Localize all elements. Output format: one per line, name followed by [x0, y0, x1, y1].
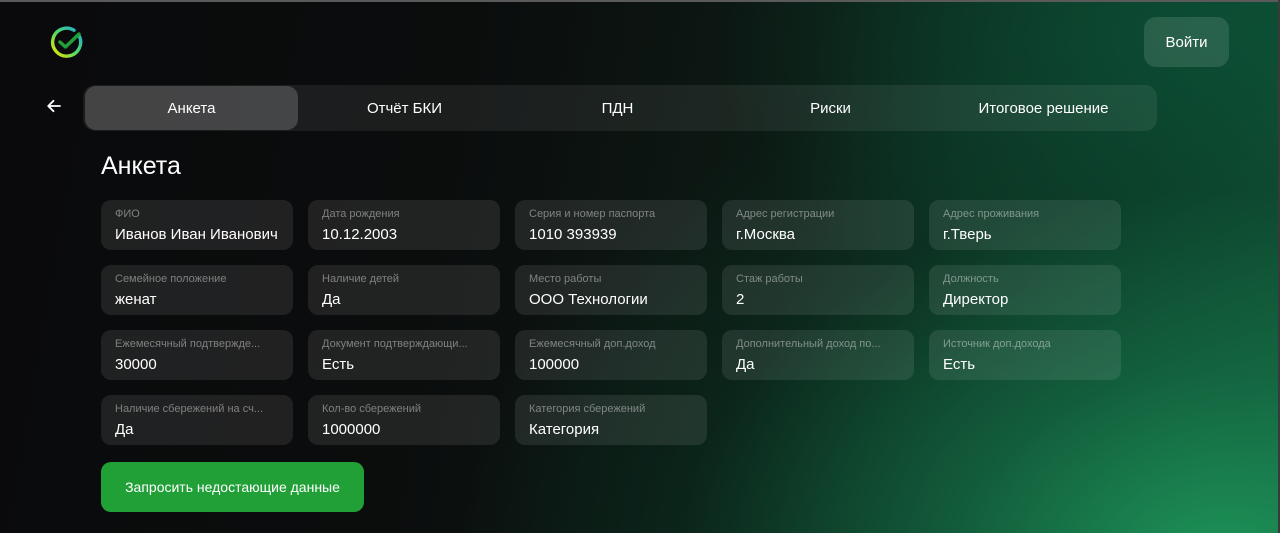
field-label: ФИО [115, 208, 140, 220]
field-residence-address[interactable]: Адрес проживания г.Тверь [929, 200, 1121, 250]
field-value: г.Москва [736, 226, 796, 243]
tab-risks[interactable]: Риски [724, 86, 937, 130]
field-label: Документ подтверждающи... [322, 338, 468, 350]
field-label: Семейное положение [115, 273, 227, 285]
login-button-label: Войти [1165, 33, 1208, 51]
field-value: 2 [736, 291, 745, 308]
tab-label: ПДН [601, 99, 634, 117]
field-work-experience[interactable]: Стаж работы 2 [722, 265, 914, 315]
field-value: Да [322, 291, 341, 308]
tab-final-decision[interactable]: Итоговое решение [937, 86, 1150, 130]
field-value: Категория [529, 421, 600, 438]
field-label: Наличие сбережений на сч... [115, 403, 264, 415]
request-missing-data-label: Запросить недостающие данные [125, 479, 340, 495]
field-savings-amount[interactable]: Кол-во сбережений 1000000 [308, 395, 500, 445]
field-savings-present[interactable]: Наличие сбережений на сч... Да [101, 395, 293, 445]
field-extra-income-confirmed[interactable]: Дополнительный доход по... Да [722, 330, 914, 380]
back-button[interactable] [42, 94, 66, 118]
login-button[interactable]: Войти [1144, 17, 1229, 67]
field-label: Стаж работы [736, 273, 803, 285]
field-passport[interactable]: Серия и номер паспорта 1010 393939 [515, 200, 707, 250]
field-value: женат [115, 291, 157, 308]
sber-check-logo-icon[interactable] [50, 26, 84, 60]
tab-bar: Анкета Отчёт БКИ ПДН Риски Итоговое реше… [83, 85, 1157, 131]
field-value: Есть [322, 356, 355, 373]
tab-label: Анкета [167, 99, 216, 117]
field-label: Дата рождения [322, 208, 400, 220]
field-position[interactable]: Должность Директор [929, 265, 1121, 315]
field-birth-date[interactable]: Дата рождения 10.12.2003 [308, 200, 500, 250]
tab-label: Риски [810, 99, 851, 117]
field-full-name[interactable]: ФИО Иванов Иван Иванович [101, 200, 293, 250]
field-label: Категория сбережений [529, 403, 646, 415]
tab-bki-report[interactable]: Отчёт БКИ [298, 86, 511, 130]
field-value: 1010 393939 [529, 226, 617, 243]
field-label: Ежемесячный подтверждe... [115, 338, 261, 350]
field-children[interactable]: Наличие детей Да [308, 265, 500, 315]
field-registration-address[interactable]: Адрес регистрации г.Москва [722, 200, 914, 250]
field-label: Адрес проживания [943, 208, 1040, 220]
field-value: Да [736, 356, 755, 373]
tab-label: Отчёт БКИ [366, 99, 443, 117]
field-label: Источник доп.дохода [943, 338, 1051, 350]
field-monthly-confirmed-income[interactable]: Ежемесячный подтверждe... 30000 [101, 330, 293, 380]
field-value: 100000 [529, 356, 580, 373]
form-grid: ФИО Иванов Иван Иванович Дата рождения 1… [101, 200, 1121, 445]
field-value: ООО Технологии [529, 291, 648, 308]
tab-anketa[interactable]: Анкета [85, 86, 298, 130]
field-label: Кол-во сбережений [322, 403, 422, 415]
field-value: Директор [943, 291, 1009, 308]
field-label: Адрес регистрации [736, 208, 835, 220]
window-top-border [0, 0, 1280, 2]
field-value: 30000 [115, 356, 157, 373]
field-value: Иванов Иван Иванович [115, 226, 278, 243]
tab-pdn[interactable]: ПДН [511, 86, 724, 130]
field-monthly-extra-income[interactable]: Ежемесячный доп.доход 100000 [515, 330, 707, 380]
field-income-document[interactable]: Документ подтверждающи... Есть [308, 330, 500, 380]
field-value: г.Тверь [943, 226, 992, 243]
field-value: Есть [943, 356, 976, 373]
page-title: Анкета [101, 152, 181, 180]
field-savings-category[interactable]: Категория сбережений Категория [515, 395, 707, 445]
field-label: Серия и номер паспорта [529, 208, 656, 220]
field-label: Ежемесячный доп.доход [529, 338, 656, 350]
field-workplace[interactable]: Место работы ООО Технологии [515, 265, 707, 315]
field-label: Место работы [529, 273, 602, 285]
field-label: Наличие детей [322, 273, 400, 285]
field-value: Да [115, 421, 134, 438]
request-missing-data-button[interactable]: Запросить недостающие данные [101, 462, 364, 512]
tab-label: Итоговое решение [978, 99, 1109, 117]
field-label: Дополнительный доход по... [736, 338, 881, 350]
arrow-left-icon [47, 99, 61, 113]
field-label: Должность [943, 273, 999, 285]
field-value: 10.12.2003 [322, 226, 398, 243]
field-extra-income-source[interactable]: Источник доп.дохода Есть [929, 330, 1121, 380]
field-value: 1000000 [322, 421, 381, 438]
field-marital-status[interactable]: Семейное положение женат [101, 265, 293, 315]
